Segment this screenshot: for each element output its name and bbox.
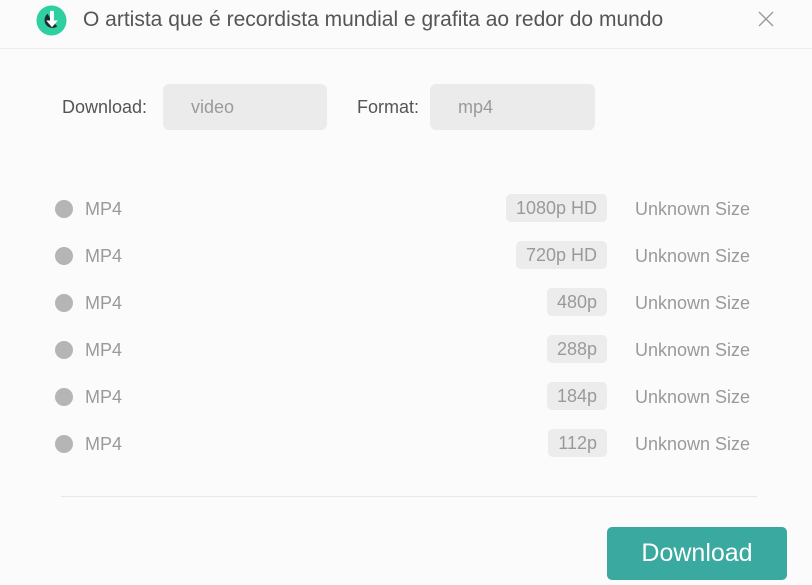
download-button[interactable]: Download — [607, 527, 787, 580]
format-label: Format: — [357, 97, 420, 117]
radio-button[interactable] — [55, 341, 73, 359]
option-size: Unknown Size — [635, 199, 751, 219]
radio-button[interactable] — [55, 388, 73, 406]
resolution-badge: 720p HD — [515, 241, 607, 269]
option-size: Unknown Size — [635, 246, 751, 266]
resolution-badge: 112p — [548, 429, 607, 457]
radio-button[interactable] — [55, 200, 73, 218]
option-size: Unknown Size — [635, 340, 751, 360]
option-format: MP4 — [85, 434, 123, 454]
resolution-badge: 184p — [546, 382, 607, 410]
download-arrow-icon — [36, 5, 67, 36]
dialog-title: O artista que é recordista mundial e gra… — [83, 8, 664, 31]
option-size: Unknown Size — [635, 434, 751, 454]
option-size: Unknown Size — [635, 387, 751, 407]
radio-button[interactable] — [55, 435, 73, 453]
quality-option-row[interactable]: MP4 720p HD Unknown Size — [0, 241, 812, 271]
dialog-header: O artista que é recordista mundial e gra… — [0, 0, 812, 49]
divider — [61, 496, 757, 497]
close-icon[interactable] — [756, 9, 776, 29]
quality-option-row[interactable]: MP4 112p Unknown Size — [0, 429, 812, 459]
radio-button[interactable] — [55, 294, 73, 312]
download-type-label: Download: — [62, 97, 148, 117]
download-type-select[interactable]: video — [163, 84, 327, 130]
option-format: MP4 — [85, 293, 123, 313]
quality-option-row[interactable]: MP4 1080p HD Unknown Size — [0, 194, 812, 224]
option-format: MP4 — [85, 246, 123, 266]
option-format: MP4 — [85, 199, 123, 219]
option-format: MP4 — [85, 387, 123, 407]
quality-option-row[interactable]: MP4 288p Unknown Size — [0, 335, 812, 365]
option-format: MP4 — [85, 340, 123, 360]
option-size: Unknown Size — [635, 293, 751, 313]
resolution-badge: 288p — [546, 335, 607, 363]
quality-option-row[interactable]: MP4 480p Unknown Size — [0, 288, 812, 318]
resolution-badge: 480p — [546, 288, 607, 316]
resolution-badge: 1080p HD — [505, 194, 607, 222]
format-select[interactable]: mp4 — [430, 84, 595, 130]
radio-button[interactable] — [55, 247, 73, 265]
quality-option-row[interactable]: MP4 184p Unknown Size — [0, 382, 812, 412]
download-dialog: O artista que é recordista mundial e gra… — [0, 0, 812, 585]
